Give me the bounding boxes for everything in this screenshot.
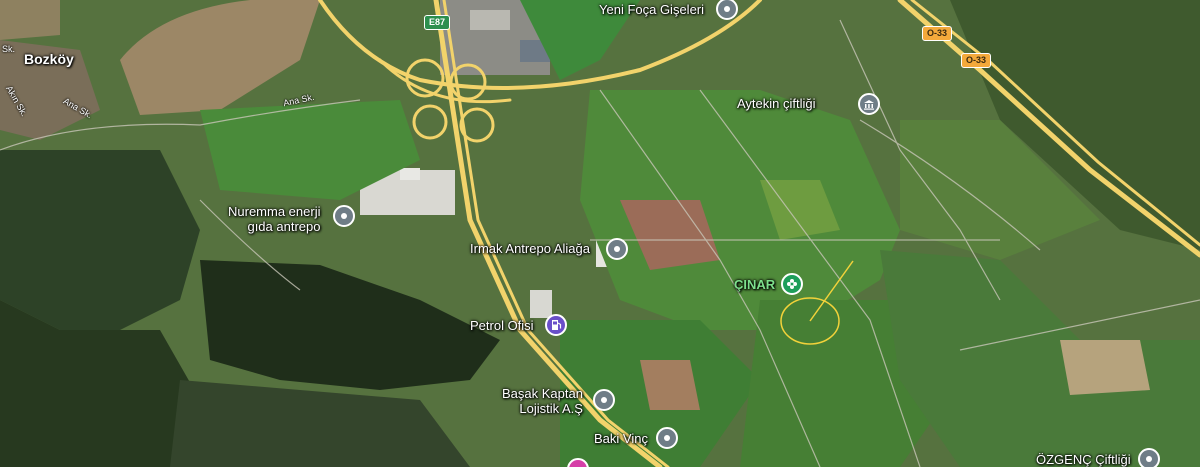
place-pin-icon[interactable] <box>656 427 678 449</box>
place-label-cinar[interactable]: ÇINAR <box>734 277 775 292</box>
place-label-nuremma[interactable]: Nuremma enerji gıda antrepo <box>228 204 320 234</box>
place-label-basak-line1: Başak Kaptan <box>502 386 583 401</box>
o33-road-shield-2: O-33 <box>961 53 992 68</box>
place-label-basak-line2: Lojistik A.Ş <box>519 401 583 416</box>
town-label-bozkoy[interactable]: Bozköy <box>24 52 74 67</box>
place-label-ozgenc[interactable]: ÖZGENÇ Çiftliği <box>1036 452 1131 467</box>
place-label-basak[interactable]: Başak Kaptan Lojistik A.Ş <box>502 386 583 416</box>
museum-icon[interactable] <box>858 93 880 115</box>
satellite-map[interactable]: E87 O-33 O-33 Ana Sk. Ana Sk. Sk. Akın S… <box>0 0 1200 467</box>
street-label-sk: Sk. <box>2 44 16 54</box>
place-pin-icon[interactable] <box>606 238 628 260</box>
place-label-aytekin[interactable]: Aytekin çiftliği <box>737 96 816 111</box>
place-label-irmak[interactable]: Irmak Antrepo Aliağa <box>470 241 590 256</box>
place-label-nuremma-line2: gıda antrepo <box>247 219 321 234</box>
place-pin-icon[interactable] <box>1138 448 1160 467</box>
place-pin-icon[interactable] <box>333 205 355 227</box>
o33-road-shield: O-33 <box>922 26 953 41</box>
place-label-petrol[interactable]: Petrol Ofisi <box>470 318 534 333</box>
place-label-nuremma-line1: Nuremma enerji <box>228 204 321 219</box>
flower-icon[interactable] <box>781 273 803 295</box>
place-pin-icon[interactable] <box>593 389 615 411</box>
place-label-yeni-foca[interactable]: Yeni Foça Gişeleri <box>599 2 704 17</box>
e87-road-shield: E87 <box>424 15 451 30</box>
place-label-baki[interactable]: Baki Vinç <box>594 431 648 446</box>
gas-station-icon[interactable] <box>545 314 567 336</box>
